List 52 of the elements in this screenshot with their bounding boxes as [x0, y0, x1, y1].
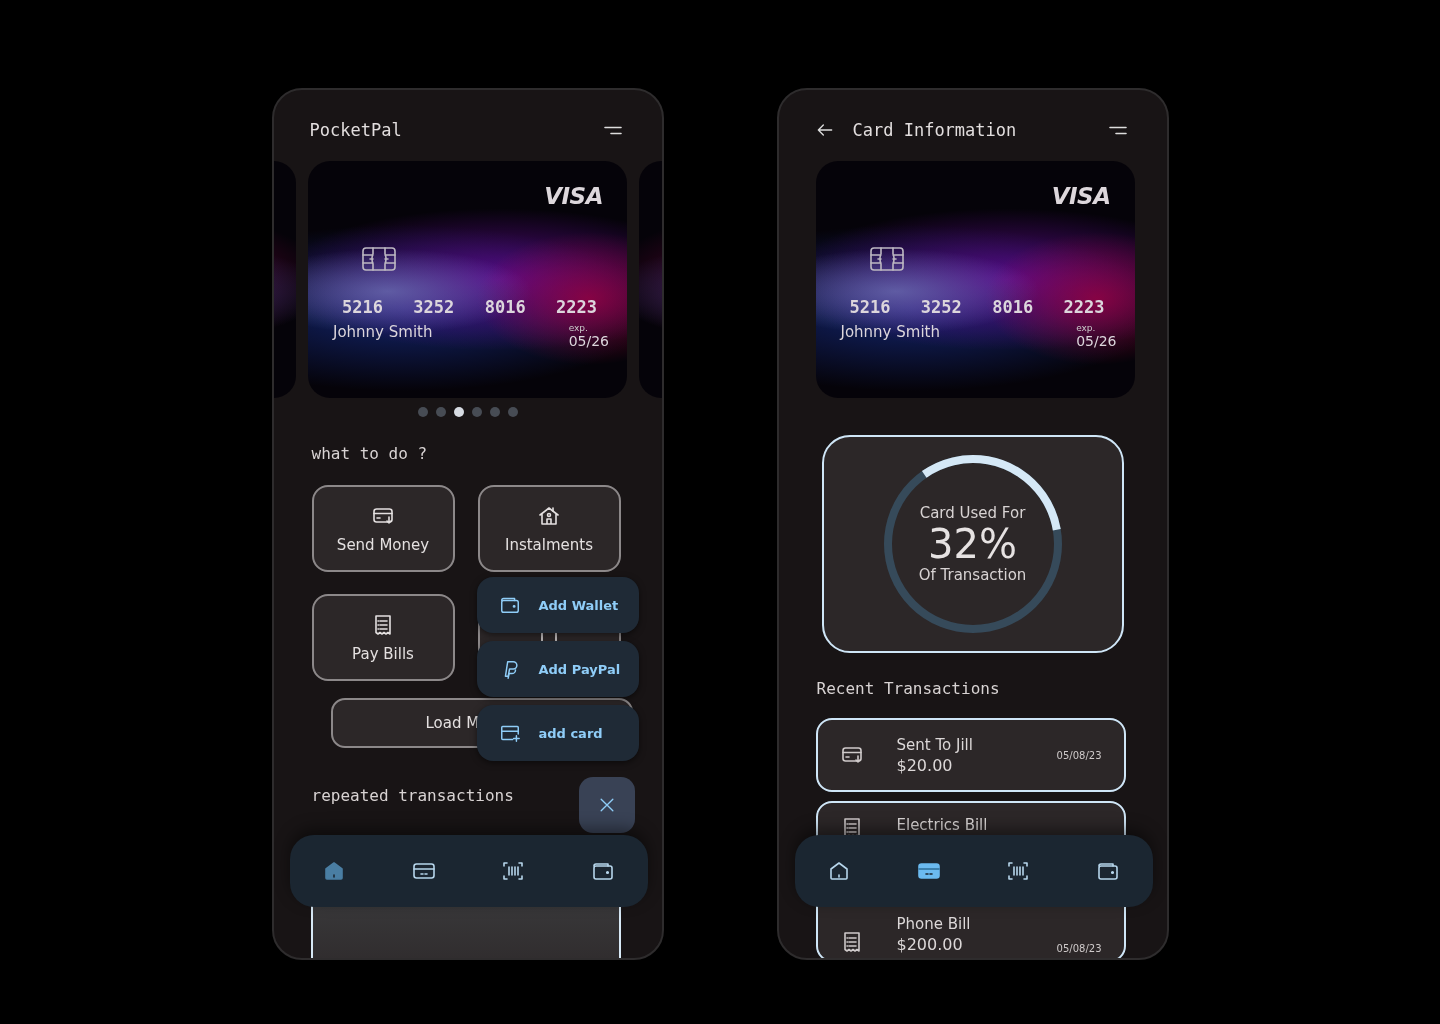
add-option-menu[interactable]: Add PayPal [476, 641, 639, 697]
card-number-group: 2223 [1063, 297, 1105, 317]
card-number-group: 3252 [413, 297, 455, 317]
bank-card[interactable]: VISA 5216 3252 8016 2223 Johnny Smith exp. 05/26 [815, 161, 1135, 398]
menu-icon[interactable] [1108, 125, 1127, 135]
action-tile[interactable]: Send Money [311, 485, 455, 572]
expiry-date: 05/26 [1076, 333, 1117, 349]
card-number-group: 8016 [484, 297, 526, 317]
action-tile[interactable]: Pay Bills [311, 594, 455, 681]
section-title: Recent Transactions [815, 679, 1001, 698]
carousel-dot[interactable] [507, 407, 518, 417]
card-number-group: 8016 [992, 297, 1034, 317]
transaction-title: Electrics Bill [896, 816, 989, 834]
card-number-group: 5216 [342, 297, 383, 317]
usage-percent: 32% [928, 522, 1017, 566]
menu-icon[interactable] [603, 125, 622, 135]
nav-tab[interactable] [501, 859, 526, 883]
carousel-dot[interactable] [471, 407, 482, 417]
expiry-date: 05/26 [568, 333, 609, 349]
card-number-group: 3252 [920, 297, 962, 317]
transaction-row[interactable]: Sent To Jill $20.00 05/08/23 [815, 718, 1126, 792]
expiry-label: exp. [568, 323, 589, 333]
barcode-scan-icon [501, 859, 526, 883]
section-title: repeated transactions [310, 786, 515, 805]
screen-title: Card Information [852, 120, 1018, 140]
usage-caption: Of Transaction [918, 566, 1027, 584]
carousel-dot[interactable] [435, 407, 446, 417]
expiry-label: exp. [1076, 323, 1097, 333]
close-button[interactable] [578, 777, 635, 833]
carousel-dot[interactable] [489, 407, 500, 417]
transaction-title: Sent To Jill [896, 735, 974, 754]
transaction-amount: $200.00 [896, 935, 964, 954]
nav-tab[interactable] [1006, 859, 1031, 883]
usage-caption: Card Used For [919, 504, 1026, 522]
add-option-menu[interactable]: Add Wallet [476, 577, 639, 633]
transaction-date: 05/08/23 [1056, 943, 1102, 954]
card-number-group: 2223 [556, 297, 597, 317]
carousel-dot[interactable] [453, 407, 464, 417]
card-number-group: 5216 [849, 297, 891, 317]
card-brand-logo: VISA [1051, 183, 1111, 209]
card-brand-logo: VISA [544, 183, 603, 209]
bank-card[interactable]: VISA 5216 3252 8016 2223 Johnny Smith exp. 05/26 [308, 161, 627, 398]
transaction-date: 05/08/23 [1056, 749, 1102, 761]
card-holder-name: Johnny Smith [840, 323, 940, 341]
app-title: PocketPal [309, 120, 403, 140]
action-tile[interactable]: Instalments [477, 485, 621, 572]
card-holder-name: Johnny Smith [333, 323, 433, 341]
barcode-scan-icon [1006, 859, 1031, 883]
transaction-amount: $20.00 [896, 755, 954, 775]
carousel-dot[interactable] [417, 407, 428, 417]
section-title: what to do ? [310, 444, 429, 463]
transaction-title: Phone Bill [896, 915, 972, 933]
